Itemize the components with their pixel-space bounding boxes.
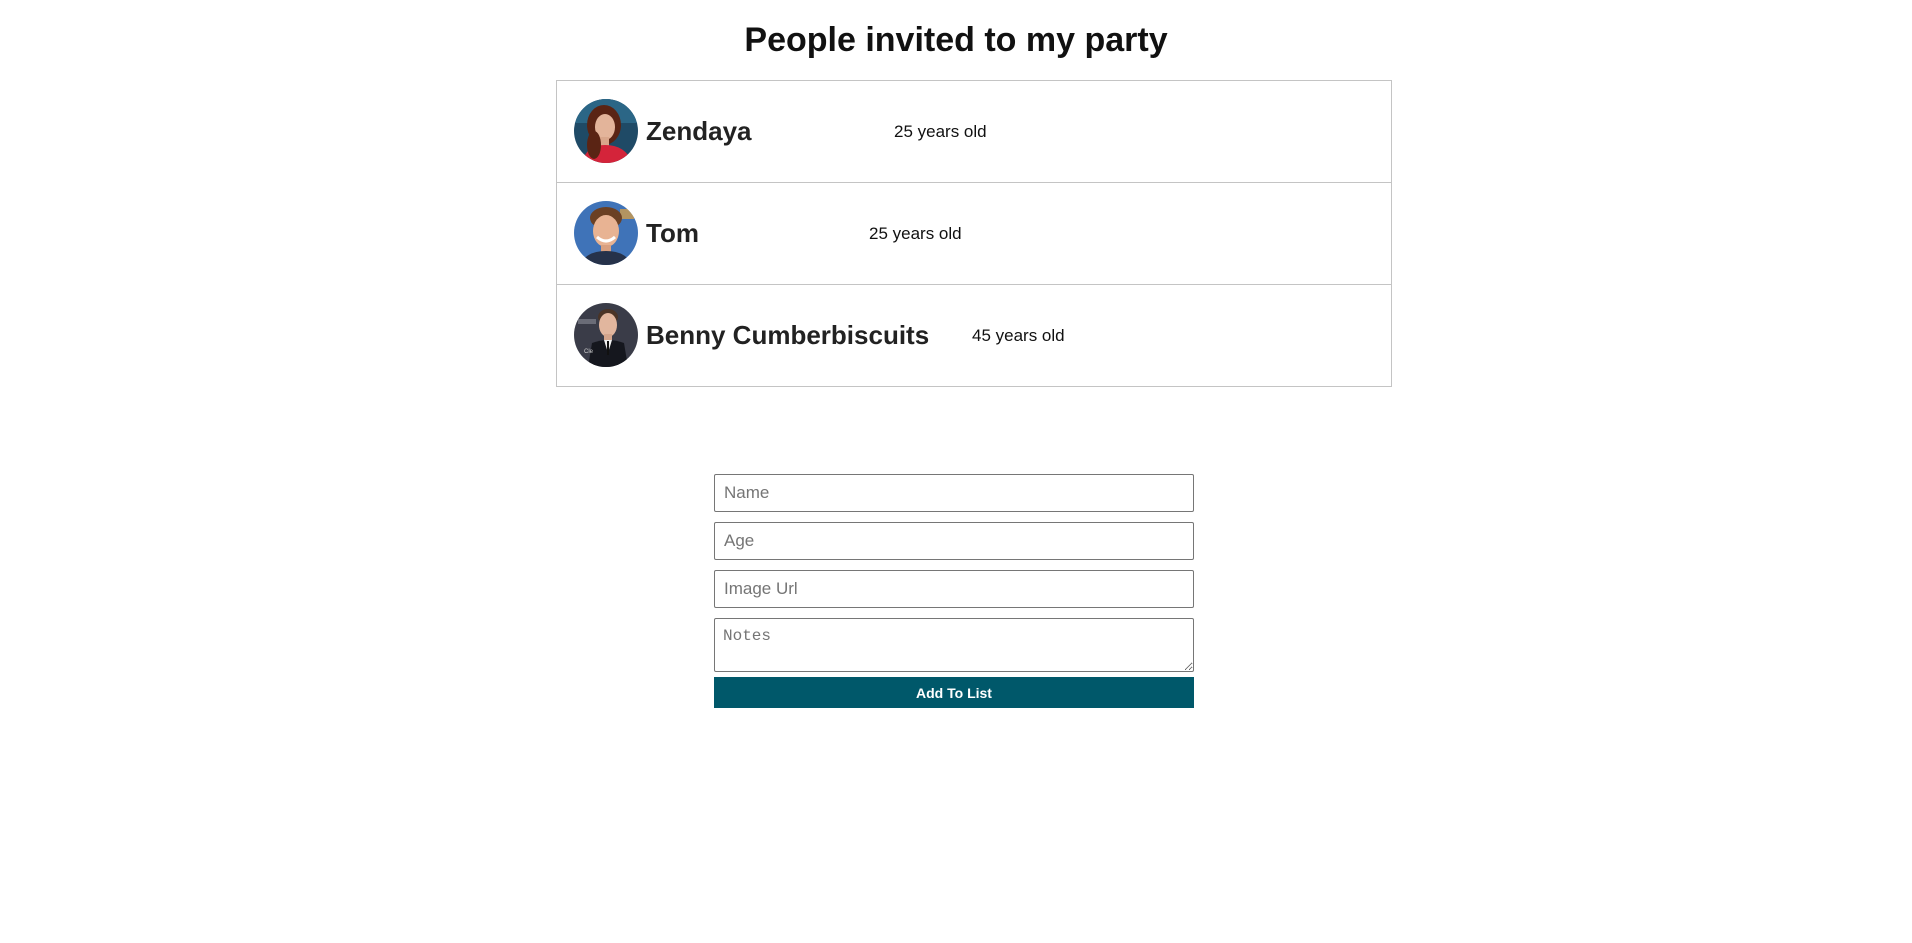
- list-item: Cle Benny Cumberbiscuits 45 years old: [556, 284, 1392, 387]
- svg-text:Cle: Cle: [584, 349, 594, 355]
- avatar: [574, 201, 638, 265]
- guest-age: 25 years old: [894, 122, 987, 141]
- name-input[interactable]: [714, 474, 1194, 512]
- guest-name: Tom: [646, 218, 699, 248]
- avatar-photo: Cle: [574, 303, 638, 367]
- guest-name: Benny Cumberbiscuits: [646, 320, 930, 350]
- list-item: Tom 25 years old: [556, 182, 1392, 285]
- list-item: Zendaya 25 years old: [556, 80, 1392, 183]
- guest-name: Zendaya: [646, 116, 752, 146]
- avatar: Cle: [574, 303, 638, 367]
- age-input[interactable]: [714, 522, 1194, 560]
- add-to-list-button[interactable]: Add To List: [714, 677, 1194, 708]
- guest-age: 25 years old: [869, 224, 962, 243]
- page-title: People invited to my party: [744, 21, 1168, 59]
- notes-input[interactable]: [714, 618, 1194, 672]
- avatar: [574, 99, 638, 163]
- guest-age: 45 years old: [972, 326, 1065, 345]
- avatar-photo: [574, 201, 638, 265]
- avatar-photo: [574, 99, 638, 163]
- page: People invited to my party Zendaya 25 ye…: [0, 0, 1912, 943]
- image-url-input[interactable]: [714, 570, 1194, 608]
- guest-list: Zendaya 25 years old Tom 25 years old Cl…: [556, 80, 1392, 387]
- add-guest-form: Add To List: [714, 474, 1194, 708]
